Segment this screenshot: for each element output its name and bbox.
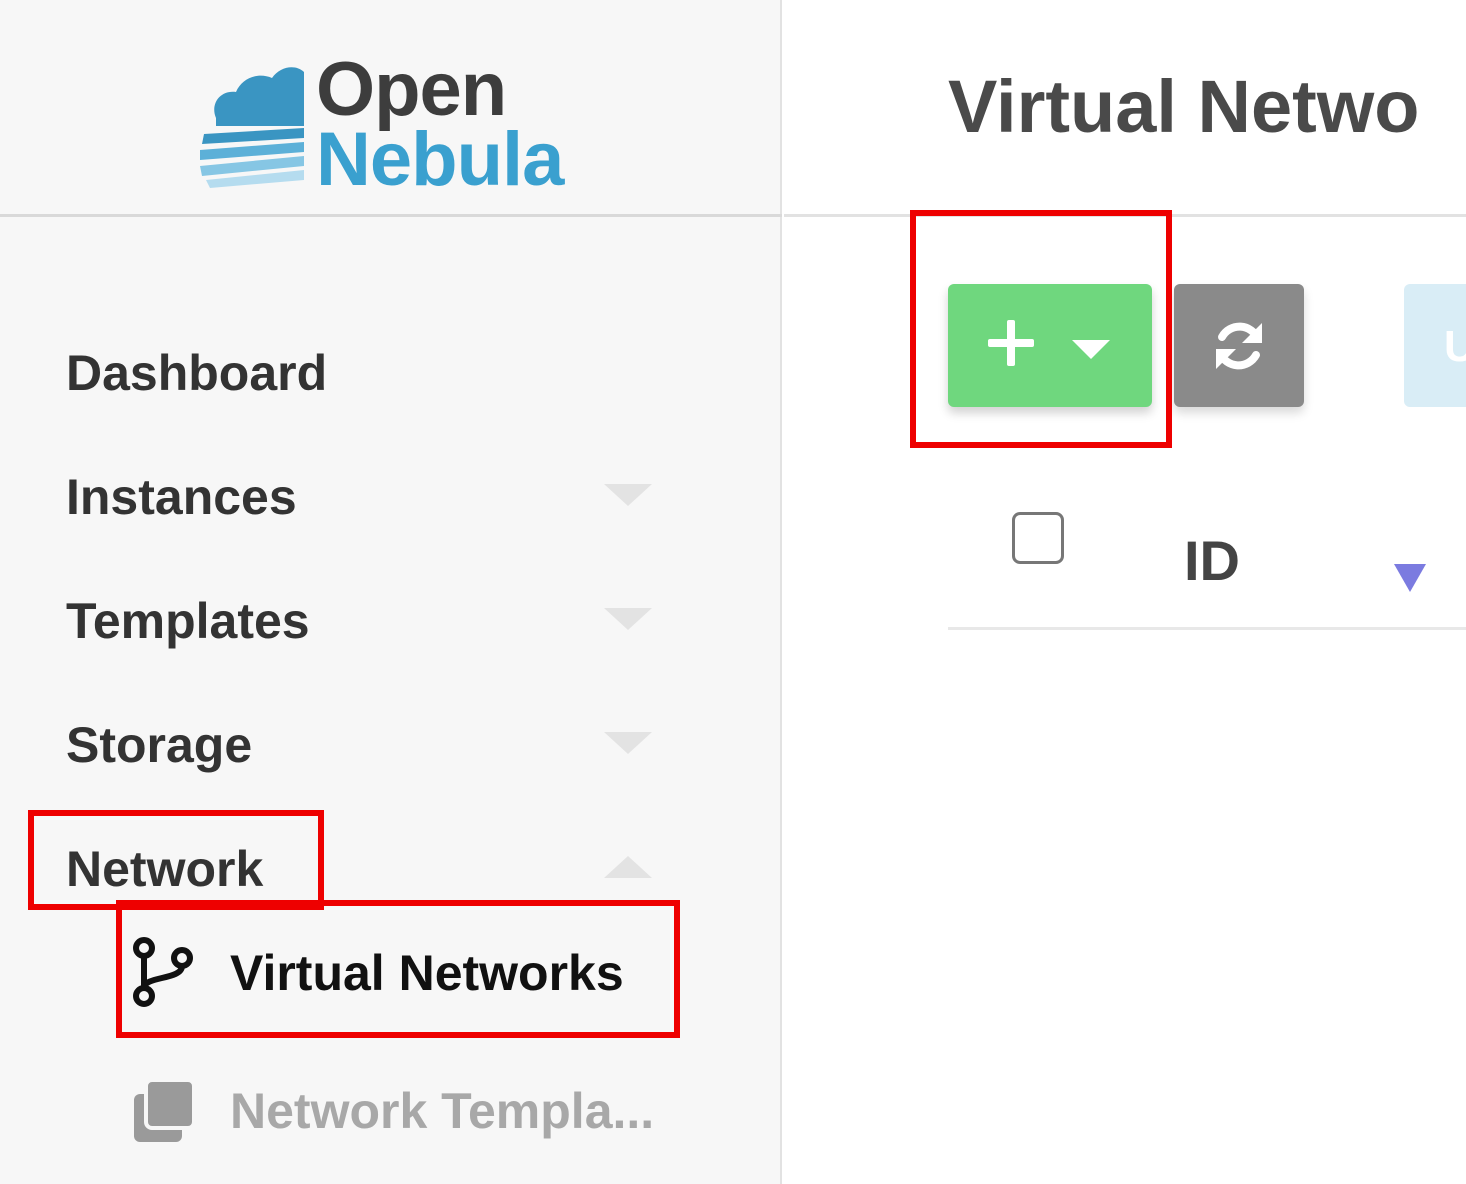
refresh-button[interactable] [1174, 284, 1304, 407]
sidebar-item-label: Templates [66, 593, 310, 649]
sidebar: Open Nebula Dashboard Instances Template… [0, 0, 782, 1184]
sidebar-item-templates[interactable]: Templates [0, 562, 782, 672]
table-header: ID [948, 480, 1466, 630]
chevron-down-icon [604, 608, 652, 630]
chevron-down-icon [604, 732, 652, 754]
column-header-id[interactable]: ID [1184, 528, 1240, 593]
create-button[interactable] [948, 284, 1152, 407]
sidebar-item-dashboard[interactable]: Dashboard [0, 314, 782, 424]
sidebar-item-label: Dashboard [66, 345, 328, 401]
sidebar-item-network[interactable]: Network [0, 810, 782, 920]
main-content: Virtual Netwo U ID [784, 0, 1466, 1184]
stacked-layers-icon [134, 1078, 196, 1142]
sidebar-item-network-templates[interactable]: Network Templa... [120, 1044, 720, 1164]
page-header: Virtual Netwo [784, 0, 1466, 217]
opennebula-logo-icon [200, 67, 304, 188]
update-button[interactable]: U [1404, 284, 1466, 407]
select-all-checkbox[interactable] [1012, 512, 1064, 564]
plus-icon [988, 320, 1034, 366]
page-title: Virtual Netwo [948, 65, 1420, 148]
git-branch-icon [133, 937, 193, 1007]
sort-descending-icon[interactable] [1394, 564, 1426, 592]
sidebar-subitem-label: Virtual Networks [230, 945, 624, 1001]
sidebar-item-label: Storage [66, 717, 253, 773]
logo-wordmark: Open Nebula [316, 52, 564, 202]
sidebar-subitem-label: Network Templa... [230, 1083, 655, 1139]
sidebar-item-label: Instances [66, 469, 297, 525]
refresh-icon [1216, 322, 1262, 370]
sidebar-item-storage[interactable]: Storage [0, 686, 782, 796]
sidebar-item-label: Network [66, 841, 264, 897]
logo-area: Open Nebula [0, 0, 782, 217]
chevron-down-icon [1072, 340, 1110, 359]
sidebar-item-virtual-networks[interactable]: Virtual Networks [120, 906, 720, 1026]
logo-text-nebula: Nebula [316, 117, 564, 202]
update-button-label: U [1444, 322, 1466, 371]
app-window: Open Nebula Dashboard Instances Template… [0, 0, 1466, 1184]
sidebar-item-instances[interactable]: Instances [0, 438, 782, 548]
chevron-down-icon [604, 484, 652, 506]
chevron-up-icon [604, 856, 652, 878]
